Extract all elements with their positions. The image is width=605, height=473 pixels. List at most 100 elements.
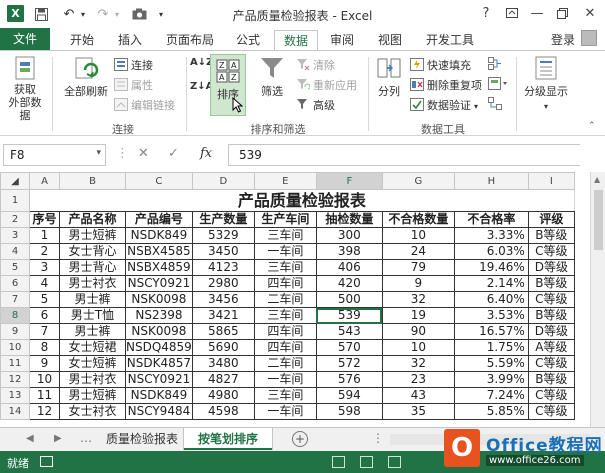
table-cell[interactable]: 5.85% <box>453 403 529 420</box>
table-cell[interactable]: 6.03% <box>453 243 529 260</box>
table-cell[interactable]: 4980 <box>191 387 255 404</box>
row-header[interactable]: 12 <box>0 371 30 388</box>
table-cell[interactable]: 男士裤 <box>59 323 126 340</box>
formula-input[interactable]: 539 <box>228 144 580 166</box>
outline-button[interactable]: 分级显示 ▾ <box>522 55 570 112</box>
table-cell[interactable]: NSCY9484 <box>125 403 193 420</box>
table-cell[interactable]: NSK0098 <box>125 323 193 340</box>
advanced-filter-button[interactable]: 高级 <box>296 97 335 113</box>
consolidate-icon[interactable] <box>488 57 502 73</box>
table-cell[interactable]: 四车间 <box>253 323 317 340</box>
table-cell[interactable]: 女士短裙 <box>59 339 126 356</box>
table-cell[interactable]: D等级 <box>527 259 575 276</box>
scrollbar-thumb[interactable] <box>594 190 603 250</box>
table-cell[interactable]: 三车间 <box>253 307 317 324</box>
sheet-tab-stroke-sort[interactable]: 按笔划排序 <box>184 428 273 450</box>
connections-button[interactable]: 连接 <box>114 57 153 73</box>
table-cell[interactable]: 一车间 <box>253 403 317 420</box>
table-cell[interactable]: 1 <box>29 227 60 244</box>
table-cell[interactable]: 543 <box>315 323 383 340</box>
get-external-data-button[interactable]: 获取 外部数据 <box>4 55 46 122</box>
table-cell[interactable]: 5 <box>29 291 60 308</box>
tab-formulas[interactable]: 公式 <box>228 30 268 51</box>
table-cell[interactable]: NSDK849 <box>125 387 193 404</box>
table-cell[interactable]: 300 <box>315 227 383 244</box>
table-cell[interactable]: B等级 <box>527 227 575 244</box>
save-icon[interactable] <box>32 5 50 23</box>
table-cell[interactable]: 男士衬衣 <box>59 275 126 292</box>
column-header-d[interactable]: D <box>191 172 255 190</box>
ribbon-display-options-icon[interactable] <box>502 4 522 22</box>
more-sheets-icon[interactable]: … <box>80 431 92 445</box>
flash-fill-button[interactable]: 快速填充 <box>410 57 471 73</box>
next-sheet-icon[interactable]: ▶ <box>54 433 62 444</box>
enter-icon[interactable]: ✓ <box>168 146 179 161</box>
table-cell[interactable]: 3480 <box>191 355 255 372</box>
table-cell[interactable]: 4123 <box>191 259 255 276</box>
table-cell[interactable]: 572 <box>315 355 383 372</box>
tab-view[interactable]: 视图 <box>370 30 410 51</box>
table-cell[interactable]: 420 <box>315 275 383 292</box>
table-cell[interactable]: 5865 <box>191 323 255 340</box>
column-header-b[interactable]: B <box>59 172 126 190</box>
table-cell[interactable]: 406 <box>315 259 383 276</box>
table-cell[interactable]: NSDQ4859 <box>125 339 193 356</box>
row-header[interactable]: 6 <box>0 275 30 292</box>
tab-file[interactable]: 文件 <box>0 28 50 51</box>
minimize-icon[interactable]: — <box>527 4 547 22</box>
login-link[interactable]: 登录 <box>551 31 575 48</box>
table-cell[interactable]: 7.24% <box>453 387 529 404</box>
table-cell[interactable]: 女士短裤 <box>59 355 126 372</box>
table-cell[interactable]: 四车间 <box>253 275 317 292</box>
scroll-up-icon[interactable]: ▲ <box>594 175 600 184</box>
what-if-analysis-icon[interactable] <box>488 77 508 93</box>
table-cell[interactable]: B等级 <box>527 275 575 292</box>
data-validation-button[interactable]: 数据验证 ▾ <box>410 97 478 113</box>
table-cell[interactable]: 576 <box>315 371 383 388</box>
table-cell[interactable]: 32 <box>381 355 455 372</box>
selected-cell[interactable]: 539 <box>315 307 383 324</box>
table-cell[interactable]: 90 <box>381 323 455 340</box>
tab-insert[interactable]: 插入 <box>110 30 150 51</box>
tab-data[interactable]: 数据 <box>274 30 318 51</box>
table-cell[interactable]: 5.59% <box>453 355 529 372</box>
table-cell[interactable]: 23 <box>381 371 455 388</box>
table-cell[interactable]: 6 <box>29 307 60 324</box>
table-cell[interactable]: 男士短裤 <box>59 227 126 244</box>
table-cell[interactable]: 5690 <box>191 339 255 356</box>
tab-home[interactable]: 开始 <box>62 30 102 51</box>
table-cell[interactable]: 7 <box>29 323 60 340</box>
table-cell[interactable]: 3 <box>29 259 60 276</box>
table-cell[interactable]: 19.46% <box>453 259 529 276</box>
table-cell[interactable]: 32 <box>381 291 455 308</box>
row-header[interactable]: 3 <box>0 227 30 244</box>
row-header[interactable]: 1 <box>0 189 30 212</box>
table-cell[interactable]: 三车间 <box>253 259 317 276</box>
normal-view-icon[interactable] <box>332 456 345 468</box>
table-cell[interactable]: NSDK4857 <box>125 355 193 372</box>
tab-developer[interactable]: 开发工具 <box>418 30 482 51</box>
header-cell[interactable]: 评级 <box>527 211 575 228</box>
table-cell[interactable]: 男士T恤 <box>59 307 126 324</box>
relationships-icon[interactable] <box>488 97 502 113</box>
column-header-i[interactable]: I <box>527 172 575 190</box>
cancel-icon[interactable]: ✕ <box>138 146 149 161</box>
table-cell[interactable]: 2980 <box>191 275 255 292</box>
table-cell[interactable]: C等级 <box>527 403 575 420</box>
table-cell[interactable]: 男士短裤 <box>59 387 126 404</box>
help-button[interactable]: ? <box>476 4 496 22</box>
table-cell[interactable]: 598 <box>315 403 383 420</box>
table-cell[interactable]: 9 <box>29 355 60 372</box>
row-header[interactable]: 8 <box>0 307 30 324</box>
table-cell[interactable]: 1.75% <box>453 339 529 356</box>
table-cell[interactable]: D等级 <box>527 323 575 340</box>
column-header-e[interactable]: E <box>253 172 317 190</box>
table-cell[interactable]: 2 <box>29 243 60 260</box>
table-cell[interactable]: A等级 <box>527 339 575 356</box>
header-cell[interactable]: 产品名称 <box>59 211 126 228</box>
table-cell[interactable]: 43 <box>381 387 455 404</box>
table-cell[interactable]: 女士背心 <box>59 243 126 260</box>
clear-filter-button[interactable]: 清除 <box>296 57 335 73</box>
table-cell[interactable]: 16.57% <box>453 323 529 340</box>
table-cell[interactable]: 10 <box>381 339 455 356</box>
